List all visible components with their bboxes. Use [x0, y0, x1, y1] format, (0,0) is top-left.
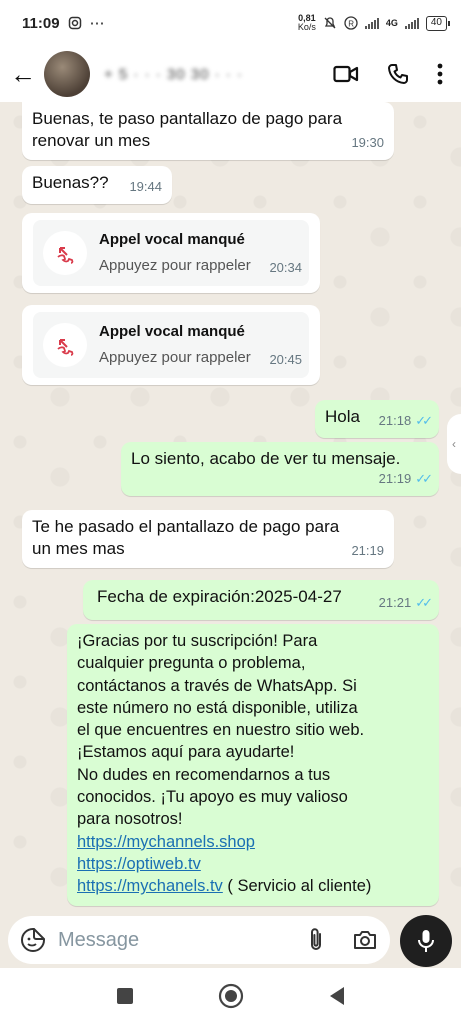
status-time: 11:09 — [22, 14, 60, 32]
message-text: Fecha de expiración:2025-04-27 — [97, 587, 342, 606]
message-time: 21:18 ✓✓ — [378, 410, 433, 432]
signal-2-icon — [404, 17, 419, 29]
message-line: No dudes en recomendarnos a tus — [77, 765, 331, 784]
time-text: 21:18 — [378, 413, 412, 428]
message-time: 20:45 — [269, 349, 302, 371]
network-speed: 0,81 Ko/s — [298, 14, 316, 32]
system-nav-bar — [0, 968, 461, 1024]
message-line: el que encuentres en nuestro sitio web. — [77, 721, 365, 740]
link-suffix: ( Servicio al cliente) — [222, 877, 372, 896]
message-incoming[interactable]: Buenas, te paso pantallazo de pago para … — [22, 102, 394, 160]
message-line: ¡Gracias por tu suscripción! Para — [77, 632, 318, 650]
message-line: cualquier pregunta o problema, — [77, 654, 306, 673]
call-title: Appel vocal manqué — [99, 231, 245, 248]
message-time: 21:19 ✓✓ — [378, 468, 433, 490]
message-text: un mes mas — [32, 539, 125, 558]
message-outgoing[interactable]: Hola 21:18 ✓✓ — [315, 400, 439, 438]
time-text: 21:21 — [378, 595, 412, 610]
message-line: contáctanos a través de WhatsApp. Si — [77, 676, 357, 695]
nav-home-icon[interactable] — [218, 983, 244, 1009]
missed-call-icon — [43, 323, 87, 367]
call-subtitle: Appuyez pour rappeler — [99, 257, 251, 274]
voice-call-icon[interactable] — [387, 63, 409, 85]
time-text: 21:19 — [378, 471, 412, 486]
side-panel-handle[interactable]: ‹ — [447, 414, 461, 474]
message-time: 21:19 — [351, 540, 384, 562]
contact-avatar[interactable] — [44, 51, 90, 97]
message-text: Buenas, te paso pantallazo de pago para — [32, 109, 343, 128]
message-time: 20:34 — [269, 257, 302, 279]
svg-text:R: R — [348, 19, 354, 28]
chat-area[interactable]: Buenas, te paso pantallazo de pago para … — [0, 102, 461, 912]
chat-header: ← + 5 · · · 30 30 · · · — [0, 46, 461, 102]
message-text: renovar un mes — [32, 131, 151, 150]
missed-call-icon — [43, 231, 87, 275]
link-mychanels-tv[interactable]: https://mychanels.tv — [77, 877, 223, 895]
call-title: Appel vocal manqué — [99, 323, 245, 340]
message-time: 19:44 — [129, 176, 162, 198]
mic-button[interactable] — [400, 915, 452, 967]
mic-icon — [418, 930, 434, 952]
battery-indicator: 40 — [425, 15, 451, 31]
time-text: 21:19 — [351, 543, 384, 558]
message-time: 19:30 — [351, 132, 384, 154]
input-bar — [0, 912, 461, 968]
missed-call-message[interactable]: Appel vocal manqué Appuyez pour rappeler… — [22, 305, 320, 385]
message-incoming[interactable]: Buenas?? 19:44 — [22, 166, 172, 204]
read-ticks-icon: ✓✓ — [415, 413, 433, 428]
video-call-icon[interactable] — [333, 64, 359, 84]
alarm-off-icon — [324, 17, 336, 29]
message-text: Hola — [325, 407, 360, 426]
message-line: este número no está disponible, utiliza — [77, 698, 358, 717]
back-arrow-icon[interactable]: ← — [10, 59, 40, 90]
contact-name[interactable]: + 5 · · · 30 30 · · · — [104, 66, 243, 83]
message-outgoing[interactable]: ¡Gracias por tu suscripción! Para cualqu… — [67, 624, 439, 906]
message-line: ¡Estamos aquí para ayudarte! — [77, 743, 295, 762]
message-outgoing[interactable]: Lo siento, acabo de ver tu mensaje. 21:1… — [121, 442, 439, 496]
message-line: para nosotros! — [77, 810, 183, 829]
link-mychannels-shop[interactable]: https://mychannels.shop — [77, 833, 255, 851]
message-text: Te he pasado el pantallazo de pago para — [32, 517, 340, 536]
time-text: 19:30 — [351, 135, 384, 150]
registered-icon: R — [344, 16, 358, 30]
time-text: 19:44 — [129, 179, 162, 194]
signal-icon — [364, 17, 379, 29]
message-incoming[interactable]: Te he pasado el pantallazo de pago para … — [22, 510, 394, 568]
nav-back-icon[interactable] — [328, 986, 346, 1006]
read-ticks-icon: ✓✓ — [415, 595, 433, 610]
status-bar: 11:09 ⋯ 0,81 Ko/s R 4G 40 — [0, 0, 461, 46]
attach-icon[interactable] — [306, 927, 326, 953]
missed-call-message[interactable]: Appel vocal manqué Appuyez pour rappeler… — [22, 213, 320, 293]
call-subtitle: Appuyez pour rappeler — [99, 349, 251, 366]
nav-recents-icon[interactable] — [116, 987, 134, 1005]
message-outgoing[interactable]: Fecha de expiración:2025-04-27 21:21 ✓✓ — [83, 580, 439, 620]
time-text: 20:45 — [269, 352, 302, 367]
message-input[interactable] — [58, 928, 278, 952]
instagram-notification-icon — [68, 16, 81, 30]
message-line: conocidos. ¡Tu apoyo es muy valioso — [77, 788, 348, 807]
message-text: Lo siento, acabo de ver tu mensaje. — [131, 449, 401, 468]
message-field[interactable] — [8, 916, 390, 964]
time-text: 20:34 — [269, 260, 302, 275]
more-options-icon[interactable] — [437, 63, 443, 85]
read-ticks-icon: ✓✓ — [415, 471, 433, 486]
speed-unit: Ko/s — [297, 22, 316, 32]
camera-icon[interactable] — [352, 929, 378, 951]
message-time: 21:21 ✓✓ — [378, 592, 433, 614]
more-notifications-icon: ⋯ — [89, 15, 105, 32]
link-optiweb-tv[interactable]: https://optiweb.tv — [77, 855, 201, 873]
message-text: Buenas?? — [32, 173, 109, 192]
sticker-icon[interactable] — [20, 927, 46, 953]
network-type: 4G — [385, 18, 398, 28]
